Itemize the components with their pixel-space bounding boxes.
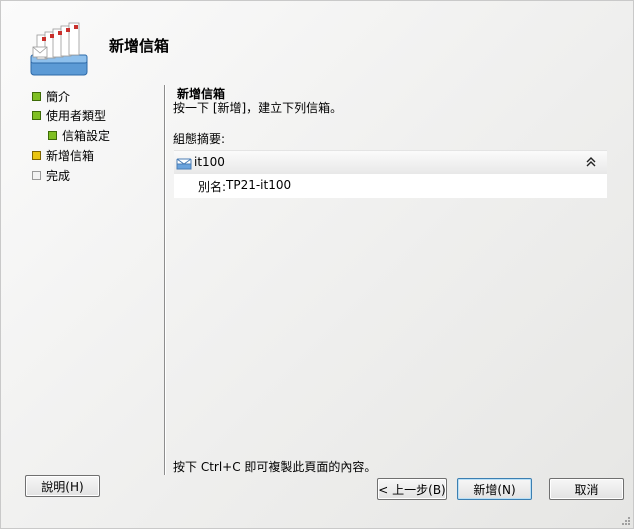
step-label: 新增信箱: [46, 148, 95, 163]
wizard-steps: 簡介 使用者類型 信箱設定 新增信箱 完成: [1, 85, 165, 465]
step-complete-icon: [32, 110, 41, 120]
step-completion: 完成: [32, 166, 70, 184]
wizard-window: 新增信箱 簡介 使用者類型 信箱設定 新增信箱 完成 新增信箱 按一下 [新增]…: [0, 0, 634, 529]
content-panel: 新增信箱 按一下 [新增]，建立下列信箱。 組態摘要: it100 別名: TP…: [173, 85, 613, 475]
nav-divider: [164, 85, 166, 475]
step-label: 完成: [46, 168, 71, 183]
step-complete-icon: [32, 91, 41, 101]
mailbox-icon: [176, 158, 192, 170]
step-label: 信箱設定: [62, 128, 111, 143]
summary-details: 別名: TP21-it100: [174, 174, 607, 198]
resize-grip-icon[interactable]: [621, 516, 631, 526]
configuration-summary: it100 別名: TP21-it100: [174, 150, 607, 198]
step-user-type: 使用者類型: [32, 106, 106, 124]
step-new-mailbox: 新增信箱: [32, 146, 94, 164]
step-introduction: 簡介: [32, 87, 70, 105]
step-complete-icon: [48, 130, 57, 140]
alias-label: 別名:: [198, 180, 227, 194]
wizard-header: 新增信箱: [1, 1, 633, 85]
alias-value: TP21-it100: [226, 178, 292, 192]
step-label: 使用者類型: [46, 108, 107, 123]
copy-hint: 按下 Ctrl+C 即可複製此頁面的內容。: [173, 460, 377, 474]
mailbox-wizard-icon: [30, 22, 88, 76]
collapse-chevron-icon[interactable]: [585, 155, 597, 169]
back-button[interactable]: < 上一步(B): [377, 478, 447, 500]
summary-label: 組態摘要:: [173, 132, 226, 146]
help-button[interactable]: 說明(H): [25, 475, 100, 497]
step-label: 簡介: [46, 89, 71, 104]
cancel-button[interactable]: 取消: [549, 478, 624, 500]
wizard-title: 新增信箱: [109, 37, 170, 55]
summary-mailbox-name: it100: [194, 155, 225, 169]
step-current-icon: [32, 150, 41, 160]
page-description: 按一下 [新增]，建立下列信箱。: [173, 101, 343, 115]
step-mailbox-settings: 信箱設定: [48, 126, 110, 144]
new-button[interactable]: 新增(N): [457, 478, 532, 500]
summary-header[interactable]: it100: [174, 150, 607, 174]
step-pending-icon: [32, 170, 41, 180]
